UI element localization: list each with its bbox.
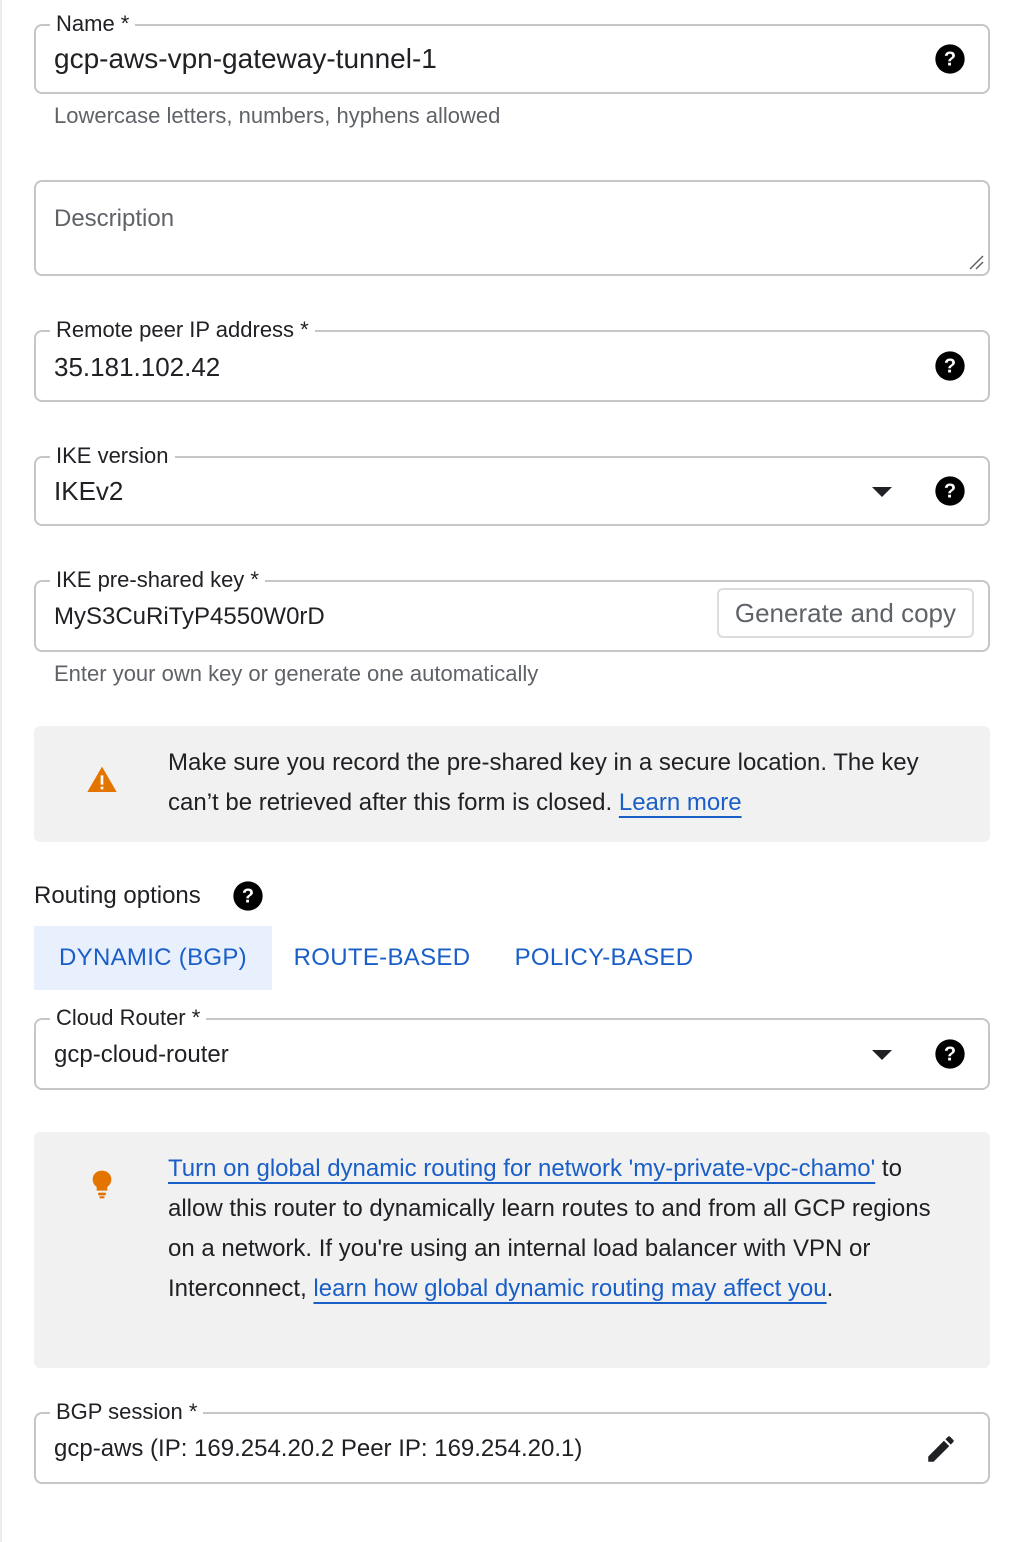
cloud-router-select[interactable]: Cloud Router * gcp-cloud-router ?: [34, 1004, 990, 1090]
ike-version-value: IKEv2: [54, 476, 124, 506]
psk-warning-text: Make sure you record the pre-shared key …: [168, 743, 948, 823]
help-circle-icon[interactable]: ?: [934, 43, 966, 75]
name-hint: Lowercase letters, numbers, hyphens allo…: [54, 103, 501, 128]
cloud-router-value: gcp-cloud-router: [54, 1041, 229, 1068]
routing-options-title: Routing options: [34, 880, 201, 912]
name-label: Name *: [50, 10, 136, 38]
remote-peer-ip-field[interactable]: Remote peer IP address * 35.181.102.42 ?: [34, 316, 990, 402]
global-routing-tip-end: .: [826, 1275, 834, 1302]
svg-text:?: ?: [944, 1044, 956, 1066]
psk-warning-notice: Make sure you record the pre-shared key …: [34, 726, 990, 842]
help-circle-icon[interactable]: ?: [934, 1038, 966, 1070]
generate-and-copy-button[interactable]: Generate and copy: [716, 588, 974, 638]
ike-version-label: IKE version: [50, 442, 175, 470]
ike-version-select[interactable]: IKE version IKEv2 ?: [34, 442, 990, 526]
learn-more-link[interactable]: Learn more: [619, 789, 742, 816]
ike-psk-label: IKE pre-shared key *: [50, 566, 265, 594]
ike-psk-input[interactable]: MyS3CuRiTyP4550W0rD: [54, 600, 325, 634]
svg-text:?: ?: [944, 481, 956, 503]
lightbulb-icon: [92, 1170, 112, 1199]
bgp-session-label: BGP session *: [50, 1398, 204, 1426]
name-field[interactable]: Name * gcp-aws-vpn-gateway-tunnel-1 ?: [34, 10, 990, 94]
ike-psk-hint: Enter your own key or generate one autom…: [54, 661, 539, 686]
global-routing-tip-text: Turn on global dynamic routing for netwo…: [168, 1149, 948, 1309]
svg-text:?: ?: [242, 886, 254, 908]
name-input[interactable]: gcp-aws-vpn-gateway-tunnel-1: [54, 42, 437, 76]
svg-text:?: ?: [944, 49, 956, 71]
caret-down-icon[interactable]: [872, 1050, 892, 1060]
psk-warning-message: Make sure you record the pre-shared key …: [168, 749, 919, 816]
learn-global-routing-link[interactable]: learn how global dynamic routing may aff…: [313, 1275, 826, 1302]
tab-policy-based[interactable]: POLICY-BASED: [500, 926, 708, 990]
remote-peer-ip-label: Remote peer IP address *: [50, 316, 315, 344]
bgp-session-value: gcp-aws (IP: 169.254.20.2 Peer IP: 169.2…: [54, 1435, 583, 1462]
resize-handle-icon[interactable]: [968, 254, 984, 270]
global-routing-tip: Turn on global dynamic routing for netwo…: [34, 1132, 990, 1368]
remote-peer-ip-input[interactable]: 35.181.102.42: [54, 350, 220, 384]
left-divider: [0, 0, 2, 1542]
tab-route-based[interactable]: ROUTE-BASED: [280, 926, 484, 990]
description-field[interactable]: Description: [34, 180, 990, 276]
tab-dynamic-bgp[interactable]: DYNAMIC (BGP): [34, 926, 272, 990]
routing-options-label: Routing options: [34, 882, 201, 909]
help-circle-icon[interactable]: ?: [232, 880, 264, 912]
help-circle-icon[interactable]: ?: [934, 475, 966, 507]
description-input[interactable]: Description: [54, 202, 174, 236]
bgp-session-field[interactable]: BGP session * gcp-aws (IP: 169.254.20.2 …: [34, 1398, 990, 1484]
caret-down-icon[interactable]: [872, 487, 892, 497]
turn-on-global-routing-link[interactable]: Turn on global dynamic routing for netwo…: [168, 1155, 875, 1182]
pencil-edit-icon[interactable]: [924, 1432, 958, 1466]
ike-psk-field[interactable]: IKE pre-shared key * MyS3CuRiTyP4550W0rD…: [34, 566, 990, 652]
cloud-router-label: Cloud Router *: [50, 1004, 207, 1032]
help-circle-icon[interactable]: ?: [934, 350, 966, 382]
svg-text:?: ?: [944, 356, 956, 378]
warning-icon: [87, 766, 117, 792]
